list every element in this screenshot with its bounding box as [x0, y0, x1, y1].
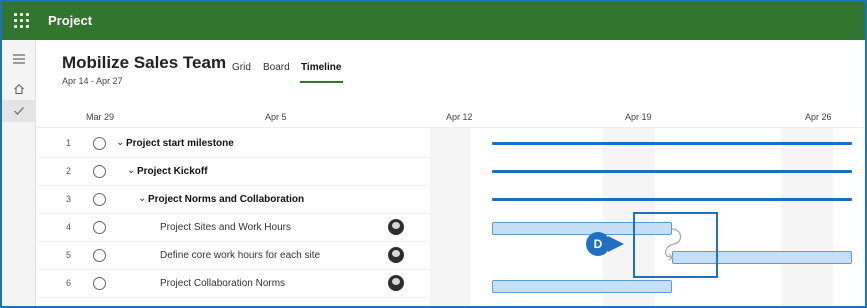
task-bar[interactable] — [492, 280, 672, 293]
task-name: Project Kickoff — [137, 166, 208, 177]
assignee-avatar[interactable] — [388, 247, 404, 263]
task-complete-checkbox[interactable] — [93, 137, 106, 150]
callout-badge: D — [586, 232, 610, 256]
task-name: Project start milestone — [126, 138, 234, 149]
task-name: Project Norms and Collaboration — [148, 194, 305, 205]
weekend-shade — [430, 128, 470, 306]
timeline-date-label: Apr 12 — [446, 112, 473, 122]
app-window: Project Mobilize Sales Team Apr 14 - Apr… — [0, 0, 867, 308]
timeline-date-label: Mar 29 — [86, 112, 115, 122]
row-number: 6 — [66, 278, 72, 288]
summary-task-bar[interactable] — [492, 170, 852, 173]
tab-timeline[interactable]: Timeline — [301, 62, 341, 73]
menu-icon[interactable] — [2, 48, 36, 70]
app-launcher-icon[interactable] — [14, 13, 30, 29]
row-number: 1 — [66, 138, 72, 148]
task-name: Define core work hours for each site — [160, 250, 321, 261]
row-number: 2 — [66, 166, 72, 176]
task-row[interactable]: 4 Project Sites and Work Hours — [36, 214, 430, 242]
app-title: Project — [48, 13, 93, 28]
callout-arrow — [608, 236, 624, 252]
plan-title: Mobilize Sales Team — [62, 53, 227, 72]
chevron-down-icon[interactable]: ⌄ — [116, 137, 124, 148]
tab-board[interactable]: Board — [263, 62, 290, 73]
assignee-avatar[interactable] — [388, 219, 404, 235]
row-number: 3 — [66, 194, 72, 204]
summary-task-bar[interactable] — [492, 142, 852, 145]
task-complete-checkbox[interactable] — [93, 165, 106, 178]
task-row[interactable]: 2 ⌄ Project Kickoff — [36, 158, 430, 186]
my-tasks-icon[interactable] — [2, 100, 36, 122]
chevron-down-icon[interactable]: ⌄ — [138, 193, 146, 204]
task-complete-checkbox[interactable] — [93, 221, 106, 234]
task-row[interactable]: 5 Define core work hours for each site — [36, 242, 430, 270]
task-row[interactable]: 3 ⌄ Project Norms and Collaboration — [36, 186, 430, 214]
timeline-date-label: Apr 26 — [805, 112, 832, 122]
chevron-down-icon[interactable]: ⌄ — [127, 165, 135, 176]
task-name: Project Collaboration Norms — [160, 278, 286, 289]
plan-dates: Apr 14 - Apr 27 — [62, 76, 123, 86]
task-complete-checkbox[interactable] — [93, 277, 106, 290]
callout-highlight-box — [633, 212, 718, 278]
weekend-shade — [781, 128, 833, 306]
timeline-date-label: Apr 5 — [265, 112, 287, 122]
timeline-date-label: Apr 19 — [625, 112, 652, 122]
task-row[interactable]: 6 Project Collaboration Norms — [36, 270, 430, 298]
task-name: Project Sites and Work Hours — [160, 222, 291, 233]
summary-task-bar[interactable] — [492, 198, 852, 201]
left-rail — [2, 40, 36, 306]
task-row[interactable]: 1 ⌄ Project start milestone — [36, 130, 430, 158]
tab-grid[interactable]: Grid — [232, 62, 251, 73]
row-number: 4 — [66, 222, 72, 232]
row-number: 5 — [66, 250, 72, 260]
task-complete-checkbox[interactable] — [93, 193, 106, 206]
task-complete-checkbox[interactable] — [93, 249, 106, 262]
app-header: Project — [2, 0, 865, 40]
home-icon[interactable] — [2, 78, 36, 100]
assignee-avatar[interactable] — [388, 275, 404, 291]
active-tab-indicator — [300, 81, 343, 83]
